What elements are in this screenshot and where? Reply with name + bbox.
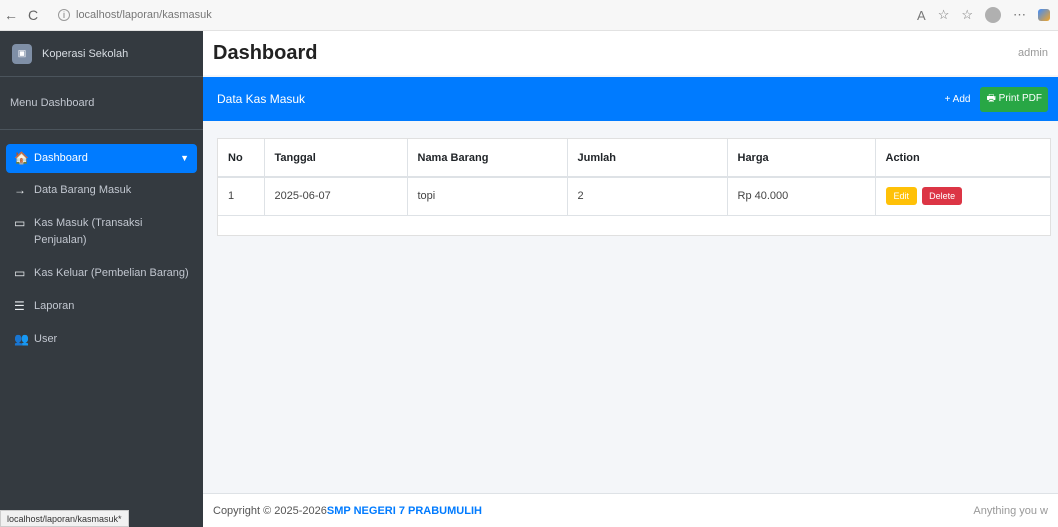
profile-icon[interactable] bbox=[985, 7, 1001, 23]
cell-jumlah: 2 bbox=[567, 177, 728, 216]
sidebar-item-laporan[interactable]: ☰ Laporan bbox=[6, 291, 197, 322]
kas-masuk-table: No Tanggal Nama Barang Jumlah Harga Acti… bbox=[218, 139, 1050, 216]
card-header: Data Kas Masuk + Add 🖶 Print PDF bbox=[203, 77, 1058, 121]
sidebar-item-kas-keluar[interactable]: ▭ Kas Keluar (Pembelian Barang) bbox=[6, 258, 197, 289]
more-icon[interactable]: ⋯ bbox=[1013, 7, 1026, 23]
brand[interactable]: ▣ Koperasi Sekolah bbox=[0, 31, 203, 77]
menu-header: Menu Dashboard bbox=[0, 77, 203, 130]
delete-button[interactable]: Delete bbox=[922, 187, 963, 206]
cell-harga: Rp 40.000 bbox=[727, 177, 876, 216]
browser-actions: A ☆ ☆ ⋯ bbox=[917, 7, 1058, 23]
sidebar-item-label: Kas Keluar (Pembelian Barang) bbox=[34, 267, 189, 279]
arrow-right-icon: → bbox=[14, 183, 26, 197]
footer: Copyright © 2025-2026 SMP NEGERI 7 PRABU… bbox=[203, 493, 1058, 527]
cell-action: Edit Delete bbox=[875, 177, 1050, 216]
back-icon[interactable]: ← bbox=[0, 7, 22, 23]
main-content: Dashboard admin Data Kas Masuk + Add 🖶 P… bbox=[203, 31, 1058, 527]
footer-right-text: Anything you w bbox=[973, 504, 1048, 517]
table-row: 1 2025-06-07 topi 2 Rp 40.000 Edit Delet… bbox=[218, 177, 1050, 216]
sidebar-item-label: Kas Masuk (Transaksi Penjualan) bbox=[34, 217, 143, 246]
favorite-icon[interactable]: ☆ bbox=[938, 7, 950, 23]
card-title: Data Kas Masuk bbox=[217, 92, 306, 106]
sidebar-item-label: Data Barang Masuk bbox=[34, 184, 132, 196]
sidebar-item-label: User bbox=[34, 333, 58, 345]
money-icon: ▭ bbox=[14, 266, 26, 280]
sidebar-item-user[interactable]: 👥 User bbox=[6, 324, 197, 355]
column-header-harga: Harga bbox=[727, 139, 876, 178]
column-header-tanggal: Tanggal bbox=[264, 139, 408, 178]
sidebar-item-kas-masuk[interactable]: ▭ Kas Masuk (Transaksi Penjualan) bbox=[6, 208, 197, 256]
cell-no: 1 bbox=[218, 177, 265, 216]
address-bar[interactable]: i localhost/laporan/kasmasuk bbox=[50, 4, 220, 26]
page-title: Dashboard bbox=[213, 41, 318, 64]
edit-button[interactable]: Edit bbox=[885, 187, 918, 206]
column-header-action: Action bbox=[875, 139, 1050, 178]
column-header-jumlah: Jumlah bbox=[567, 139, 728, 178]
column-header-no: No bbox=[218, 139, 265, 178]
sidebar: ▣ Koperasi Sekolah Menu Dashboard 🏠 Dash… bbox=[0, 31, 203, 527]
cell-nama-barang: topi bbox=[407, 177, 568, 216]
chevron-down-icon: ▼ bbox=[180, 153, 189, 163]
footer-school-link[interactable]: SMP NEGERI 7 PRABUMULIH bbox=[327, 505, 482, 517]
status-bar-url: localhost/laporan/kasmasuk* bbox=[0, 510, 129, 527]
extension-icon[interactable] bbox=[1038, 9, 1050, 21]
top-navbar: Dashboard admin bbox=[203, 31, 1058, 75]
home-icon: 🏠 bbox=[14, 151, 29, 165]
read-aloud-icon[interactable]: A bbox=[917, 8, 926, 23]
browser-toolbar: ← C i localhost/laporan/kasmasuk A ☆ ☆ ⋯ bbox=[0, 0, 1058, 31]
collections-icon[interactable]: ☆ bbox=[961, 7, 973, 23]
column-header-nama-barang: Nama Barang bbox=[407, 139, 568, 178]
card-actions: + Add 🖶 Print PDF bbox=[941, 86, 1048, 112]
footer-copyright: Copyright © 2025-2026 bbox=[213, 504, 327, 517]
list-icon: ☰ bbox=[14, 299, 25, 313]
reload-icon[interactable]: C bbox=[22, 7, 44, 23]
address-url: localhost/laporan/kasmasuk bbox=[76, 9, 212, 21]
print-pdf-button[interactable]: 🖶 Print PDF bbox=[980, 86, 1048, 112]
sidebar-nav: 🏠 Dashboard ▼ → Data Barang Masuk ▭ Kas … bbox=[0, 130, 203, 355]
cell-tanggal: 2025-06-07 bbox=[264, 177, 408, 216]
table-header-row: No Tanggal Nama Barang Jumlah Harga Acti… bbox=[218, 139, 1050, 178]
sidebar-item-label: Dashboard bbox=[34, 152, 88, 164]
sidebar-item-dashboard[interactable]: 🏠 Dashboard ▼ bbox=[6, 144, 197, 173]
users-icon: 👥 bbox=[14, 332, 29, 346]
brand-text: Koperasi Sekolah bbox=[42, 47, 129, 60]
money-icon: ▭ bbox=[14, 216, 26, 230]
data-table-card: No Tanggal Nama Barang Jumlah Harga Acti… bbox=[217, 138, 1051, 236]
sidebar-item-label: Laporan bbox=[34, 300, 75, 312]
add-button[interactable]: + Add bbox=[941, 91, 975, 108]
info-icon[interactable]: i bbox=[58, 9, 70, 21]
logo-icon: ▣ bbox=[12, 43, 32, 64]
user-name[interactable]: admin bbox=[1018, 47, 1048, 59]
sidebar-item-data-barang-masuk[interactable]: → Data Barang Masuk bbox=[6, 175, 197, 206]
